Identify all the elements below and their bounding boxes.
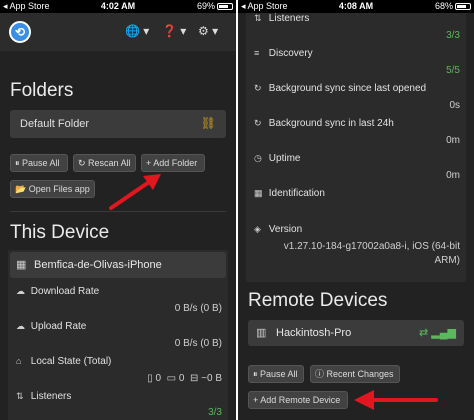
listeners-row: ⇅ Listeners	[254, 13, 456, 24]
discovery-icon: ≡	[254, 48, 260, 58]
status-bar: ◂ App Store 4:08 AM 68%	[238, 0, 474, 13]
red-arrow-annotation	[109, 174, 161, 210]
bg-sync-24h-value: 0m	[446, 135, 460, 146]
download-rate-label: Download Rate	[30, 286, 100, 297]
add-remote-device-button[interactable]: + Add Remote Device	[248, 391, 348, 409]
listeners-label: Listeners	[30, 391, 72, 402]
upload-rate-label: Upload Rate	[30, 321, 87, 332]
local-dirs-count: 0	[178, 373, 185, 384]
bg-sync-opened-label: Background sync since last opened	[268, 83, 427, 94]
upload-rate-row: ☁ Upload Rate	[16, 321, 218, 332]
default-folder-label: Default Folder	[20, 118, 90, 130]
identification-label: Identification	[268, 188, 325, 199]
battery-indicator: 69%	[197, 1, 233, 11]
tag-icon: ◈	[254, 224, 261, 234]
default-folder-panel[interactable]: Default Folder ⛓	[10, 110, 226, 138]
pause-all-label: Pause All	[22, 158, 60, 168]
pause-all-label: Pause All	[260, 369, 298, 379]
pause-all-button[interactable]: ⏸ Pause All	[10, 154, 68, 172]
bg-sync-opened-row: ↻ Background sync since last opened	[254, 83, 456, 94]
file-icon: ▯	[147, 373, 153, 384]
download-rate-row: ☁ Download Rate	[16, 286, 218, 297]
version-row: ◈ Version	[254, 224, 456, 235]
listeners-value: 3/3	[208, 407, 222, 418]
open-files-app-button[interactable]: 📂 Open Files app	[10, 180, 95, 198]
listeners-icon: ⇅	[254, 13, 262, 23]
version-value: v1.27.10-184-g17002a0a8-i, iOS (64-bit A…	[283, 241, 460, 266]
refresh-icon: ↻	[254, 118, 262, 128]
recent-changes-label: Recent Changes	[326, 369, 394, 379]
qrcode-icon: ▦	[254, 188, 263, 198]
listeners-value: 3/3	[446, 30, 460, 41]
discovery-value: 5/5	[446, 65, 460, 76]
home-icon: ⌂	[16, 356, 22, 366]
remote-device-name: Hackintosh-Pro	[276, 327, 352, 339]
remote-device-row[interactable]: ▥ Hackintosh-Pro ⇄ ▂▄▆	[248, 320, 464, 346]
bg-sync-24h-row: ↻ Background sync in last 24h	[254, 118, 456, 129]
pause-all-button[interactable]: ⏸ Pause All	[248, 365, 304, 383]
settings-menu[interactable]: ⚙ ▾	[198, 24, 218, 38]
device-name: Bemfica-de-Olivas-iPhone	[34, 259, 162, 271]
discovery-row: ≡ Discovery	[254, 48, 456, 59]
right-screenshot: ◂ App Store 4:08 AM 68% ⇅ Listeners 3/3 …	[238, 0, 474, 420]
left-screenshot: ◂ App Store 4:02 AM 69% ⟲ 🌐 ▾ ❓ ▾ ⚙ ▾ Fo…	[0, 0, 236, 420]
download-rate-value: 0 B/s (0 B)	[174, 303, 222, 314]
drive-icon: ⊟	[189, 373, 199, 384]
listeners-icon: ⇅	[16, 391, 24, 401]
uptime-value: 0m	[446, 170, 460, 181]
this-device-heading: This Device	[10, 222, 110, 243]
bg-sync-opened-value: 0s	[449, 100, 460, 111]
divider	[10, 211, 226, 212]
local-state-row: ⌂ Local State (Total)	[16, 356, 218, 367]
uptime-label: Uptime	[268, 153, 301, 164]
clock-icon: ◷	[254, 153, 262, 163]
this-device-header[interactable]: ▦ Bemfica-de-Olivas-iPhone	[10, 252, 226, 278]
local-state-value: ▯ 0 ▭ 0 ⊟ ~0 B	[147, 373, 222, 384]
refresh-icon: ↻	[254, 83, 262, 93]
discovery-label: Discovery	[268, 48, 313, 59]
add-remote-device-label: Add Remote Device	[260, 395, 341, 405]
battery-indicator: 68%	[435, 1, 471, 11]
unshared-link-icon: ⛓	[200, 116, 216, 130]
help-menu[interactable]: ❓ ▾	[162, 24, 186, 38]
cloud-upload-icon: ☁	[16, 321, 25, 331]
navbar: ⟲ 🌐 ▾ ❓ ▾ ⚙ ▾	[0, 13, 236, 51]
red-arrow-annotation	[354, 390, 438, 410]
recent-changes-button[interactable]: ⓘ Recent Changes	[310, 365, 400, 383]
add-folder-label: Add Folder	[153, 158, 198, 168]
battery-percent: 69%	[196, 1, 215, 11]
identification-row: ▦ Identification	[254, 188, 456, 199]
rescan-all-label: Rescan All	[88, 158, 131, 168]
version-label: Version	[268, 224, 303, 235]
listeners-label: Listeners	[268, 13, 310, 24]
language-menu[interactable]: 🌐 ▾	[125, 24, 149, 38]
local-state-label: Local State (Total)	[30, 356, 112, 367]
listeners-row: ⇅ Listeners	[16, 391, 218, 402]
connected-signal-icon: ⇄ ▂▄▆	[419, 327, 456, 339]
folder-icon: ▭	[166, 373, 177, 384]
device-qr-icon: ▦	[16, 259, 27, 271]
battery-icon	[455, 3, 471, 11]
battery-icon	[217, 3, 233, 11]
local-size: ~0 B	[201, 373, 222, 384]
status-bar: ◂ App Store 4:02 AM 69%	[0, 0, 236, 13]
folders-heading: Folders	[10, 80, 74, 101]
remote-devices-heading: Remote Devices	[248, 290, 388, 311]
cloud-download-icon: ☁	[16, 286, 25, 296]
bg-sync-24h-label: Background sync in last 24h	[268, 118, 394, 129]
battery-percent: 68%	[434, 1, 453, 11]
uptime-row: ◷ Uptime	[254, 153, 456, 164]
open-files-label: Open Files app	[28, 184, 90, 194]
local-files-count: 0	[155, 373, 162, 384]
upload-rate-value: 0 B/s (0 B)	[174, 338, 222, 349]
syncthing-logo-icon[interactable]: ⟲	[9, 21, 31, 43]
device-icon: ▥	[256, 327, 267, 339]
